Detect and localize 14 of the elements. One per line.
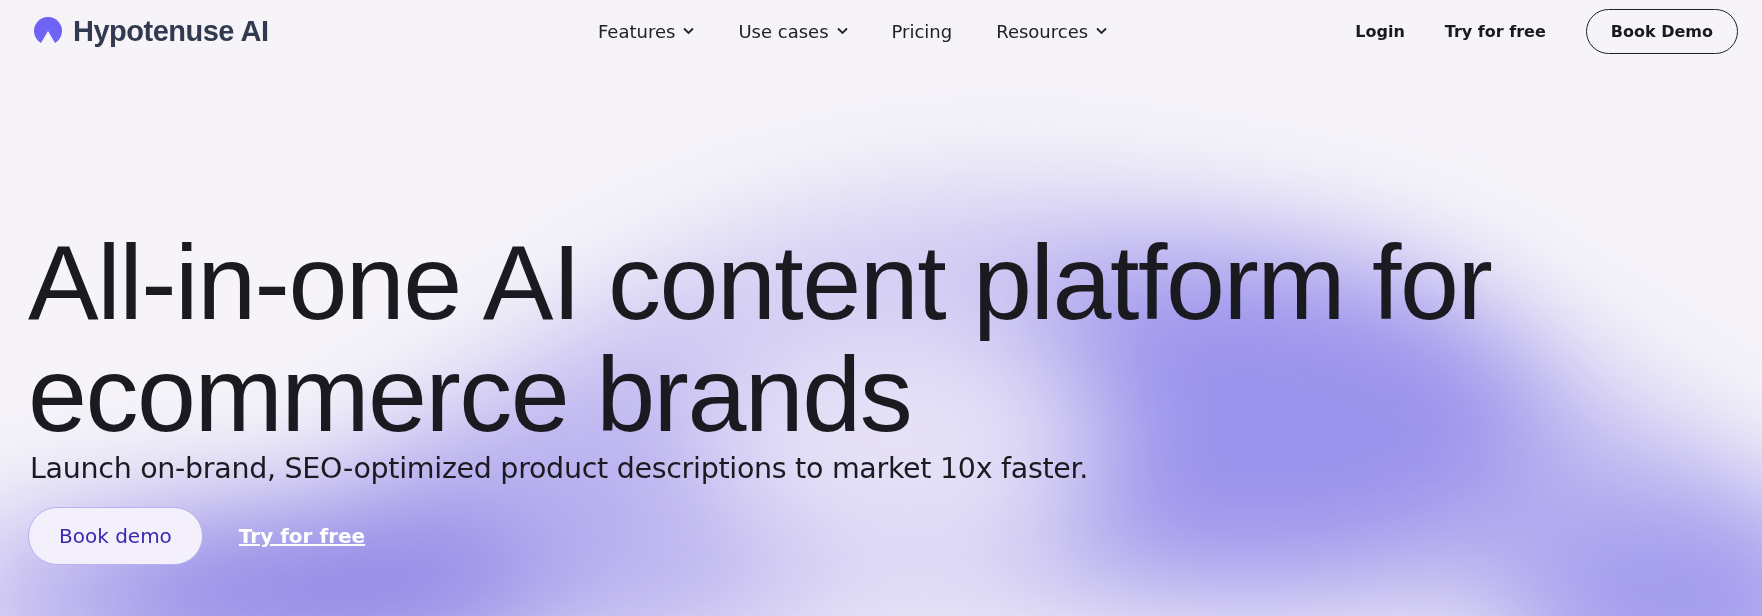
nav-menu-item[interactable]: Features: [598, 20, 695, 42]
book-demo-button[interactable]: Book demo: [28, 507, 203, 565]
nav-menu-item[interactable]: Pricing: [891, 20, 953, 42]
headline: All-in-one AI content platform for ecommerce brands: [28, 226, 1493, 450]
subtitle: Launch on-brand, SEO-optimized product descriptions to market 10x faster.: [30, 452, 1090, 485]
try-for-free-link[interactable]: Try for free: [1444, 21, 1546, 41]
chevron-down-icon: [683, 27, 695, 35]
login-link[interactable]: Login: [1355, 21, 1405, 41]
nav-menu-item[interactable]: Use cases: [738, 20, 848, 42]
brand-name: Hypotenuse AI: [73, 14, 269, 48]
chevron-down-icon: [836, 27, 848, 35]
chevron-down-icon: [1096, 27, 1108, 35]
logo-icon: [33, 16, 63, 46]
nav-menu-item[interactable]: Resources: [996, 20, 1108, 42]
